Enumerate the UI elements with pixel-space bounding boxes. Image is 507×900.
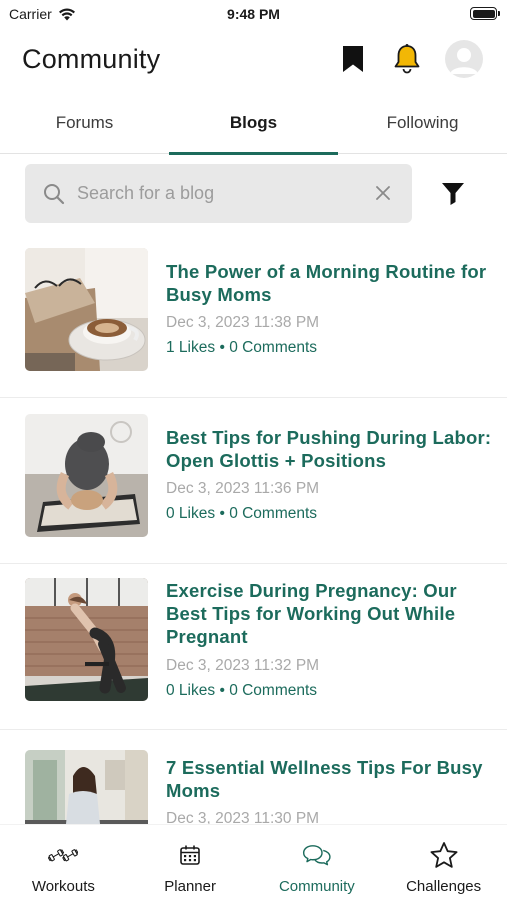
comments-count: 0 Comments bbox=[229, 505, 318, 522]
header: Community bbox=[0, 38, 507, 84]
battery-icon bbox=[470, 7, 500, 20]
blog-stats: 1 Likes • 0 Comments bbox=[166, 339, 317, 357]
status-bar: Carrier 9:48 PM bbox=[0, 0, 507, 30]
likes-count: 0 Likes bbox=[166, 505, 216, 522]
blog-title[interactable]: Best Tips for Pushing During Labor: Open… bbox=[166, 426, 496, 472]
clear-search-icon[interactable] bbox=[374, 184, 392, 202]
blog-thumbnail bbox=[25, 578, 148, 701]
blog-title[interactable]: 7 Essential Wellness Tips For Busy Moms bbox=[166, 756, 496, 802]
nav-community[interactable]: Community bbox=[254, 825, 381, 900]
filter-icon[interactable] bbox=[440, 180, 466, 206]
comments-count: 0 Comments bbox=[229, 339, 318, 356]
tab-forums[interactable]: Forums bbox=[0, 100, 169, 153]
notifications-button[interactable] bbox=[390, 42, 424, 76]
nav-challenges[interactable]: Challenges bbox=[380, 825, 507, 900]
bottom-nav: Workouts Planner Community Challenges bbox=[0, 824, 507, 900]
blog-list-item[interactable]: Exercise During Pregnancy: Our Best Tips… bbox=[0, 564, 507, 730]
search-input[interactable] bbox=[77, 183, 357, 204]
nav-label: Community bbox=[278, 878, 355, 895]
nav-label: Challenges bbox=[406, 878, 482, 895]
dumbbell-icon bbox=[48, 841, 79, 869]
blog-title[interactable]: Exercise During Pregnancy: Our Best Tips… bbox=[166, 579, 496, 648]
clock: 9:48 PM bbox=[227, 6, 280, 22]
calendar-icon bbox=[175, 841, 205, 869]
stats-separator: • bbox=[219, 339, 225, 356]
star-icon bbox=[429, 841, 459, 869]
blog-date: Dec 3, 2023 11:30 PM bbox=[166, 810, 320, 824]
blog-thumbnail bbox=[25, 750, 148, 824]
blog-list-item[interactable]: Best Tips for Pushing During Labor: Open… bbox=[0, 398, 507, 564]
blog-list-item[interactable]: 7 Essential Wellness Tips For Busy Moms … bbox=[0, 730, 507, 824]
bookmark-button[interactable] bbox=[336, 42, 370, 76]
likes-count: 1 Likes bbox=[166, 339, 216, 356]
coffee-photo-image bbox=[25, 248, 148, 371]
chat-bubbles-icon bbox=[302, 841, 332, 869]
nav-label: Planner bbox=[164, 878, 216, 895]
bookmark-icon bbox=[343, 46, 363, 72]
nav-planner[interactable]: Planner bbox=[127, 825, 254, 900]
blog-stats: 0 Likes • 0 Comments bbox=[166, 682, 317, 700]
page-title: Community bbox=[22, 44, 161, 74]
tab-bar: Forums Blogs Following bbox=[0, 100, 507, 155]
blog-date: Dec 3, 2023 11:32 PM bbox=[166, 657, 320, 674]
search-icon bbox=[44, 183, 65, 204]
blog-thumbnail bbox=[25, 248, 148, 371]
blog-date: Dec 3, 2023 11:36 PM bbox=[166, 480, 320, 497]
blog-date: Dec 3, 2023 11:38 PM bbox=[166, 314, 320, 331]
blog-thumbnail bbox=[25, 414, 148, 537]
tab-blogs[interactable]: Blogs bbox=[169, 100, 338, 155]
blog-title[interactable]: The Power of a Morning Routine for Busy … bbox=[166, 260, 496, 306]
user-placeholder-icon bbox=[450, 48, 478, 74]
search-bar bbox=[25, 164, 412, 223]
bell-icon bbox=[394, 44, 420, 74]
nav-label: Workouts bbox=[31, 878, 95, 895]
stats-separator: • bbox=[219, 682, 225, 699]
tab-following[interactable]: Following bbox=[338, 100, 507, 153]
comments-count: 0 Comments bbox=[229, 682, 318, 699]
likes-count: 0 Likes bbox=[166, 682, 216, 699]
avatar[interactable] bbox=[445, 40, 483, 78]
yoga-pose-photo-image bbox=[25, 414, 148, 537]
workout-photo-image bbox=[25, 578, 148, 701]
blog-list: The Power of a Morning Routine for Busy … bbox=[0, 232, 507, 824]
blog-stats: 0 Likes • 0 Comments bbox=[166, 505, 317, 523]
stats-separator: • bbox=[219, 505, 225, 522]
nav-workouts[interactable]: Workouts bbox=[0, 825, 127, 900]
kitchen-photo-image bbox=[25, 750, 148, 824]
blog-list-item[interactable]: The Power of a Morning Routine for Busy … bbox=[0, 232, 507, 398]
